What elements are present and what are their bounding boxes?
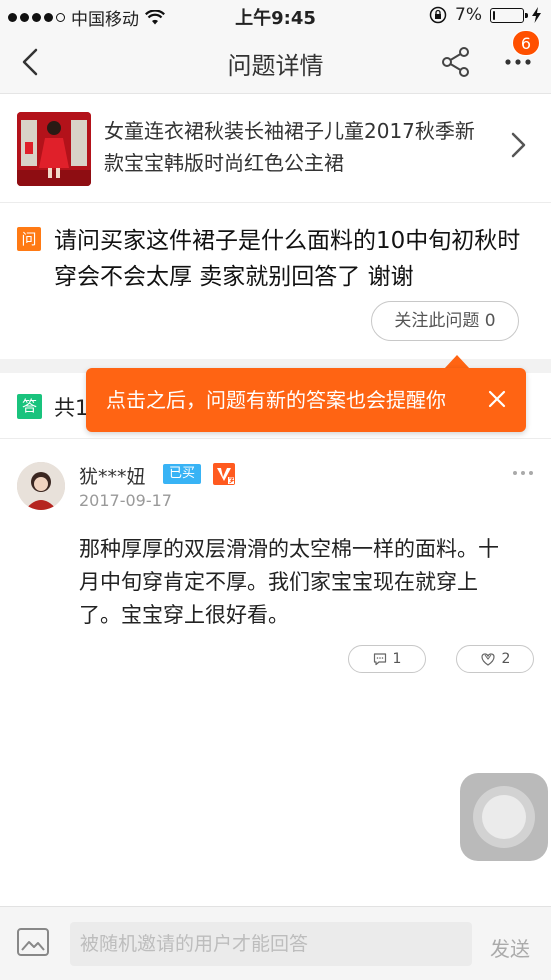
status-right: 7% xyxy=(429,5,541,25)
answer-tag: 答 xyxy=(17,394,42,419)
tooltip-text: 点击之后，问题有新的答案也会提醒你 xyxy=(106,388,446,412)
answer-more-icon[interactable] xyxy=(510,466,536,480)
bought-badge: 已买 xyxy=(163,464,201,484)
follow-tooltip: 点击之后，问题有新的答案也会提醒你 xyxy=(86,368,526,432)
like-icon xyxy=(480,653,495,666)
status-bar: 中国移动 上午9:45 7% xyxy=(0,0,551,30)
battery-icon xyxy=(490,7,528,23)
answer-count: 共1 xyxy=(54,396,89,420)
notification-badge: 6 xyxy=(512,30,540,56)
comment-button[interactable]: 1 xyxy=(348,645,426,673)
comment-icon xyxy=(373,653,386,666)
battery-percent: 7% xyxy=(455,5,482,25)
tooltip-pointer xyxy=(444,355,470,369)
product-thumbnail xyxy=(17,112,91,186)
nav-bar: 问题详情 xyxy=(0,30,551,94)
assistive-touch-button[interactable] xyxy=(460,773,548,861)
product-card[interactable]: 女童连衣裙秋装长袖裙子儿童2017秋季新款宝宝韩版时尚红色公主裙 xyxy=(0,95,551,203)
send-button[interactable]: 发送 xyxy=(490,933,530,962)
image-icon[interactable] xyxy=(16,927,50,957)
like-button[interactable]: 2 xyxy=(456,645,534,673)
chevron-right-icon xyxy=(511,132,526,158)
answer-user-name: 犹***妞 xyxy=(79,466,146,488)
answer-date: 2017-09-17 xyxy=(79,491,172,510)
avatar[interactable] xyxy=(17,462,65,510)
question-text: 请问买家这件裙子是什么面料的10中旬初秋时穿会不会太厚 卖家就别回答了 谢谢 xyxy=(54,228,521,290)
comment-count: 1 xyxy=(392,651,402,667)
product-title: 女童连衣裙秋装长袖裙子儿童2017秋季新款宝宝韩版时尚红色公主裙 xyxy=(104,119,475,175)
vip-level-icon xyxy=(213,463,235,485)
answer-input[interactable] xyxy=(70,922,472,966)
like-count: 2 xyxy=(501,651,511,667)
follow-question-button[interactable]: 关注此问题 0 xyxy=(371,301,519,341)
orientation-lock-icon xyxy=(429,6,447,24)
share-icon[interactable] xyxy=(438,44,474,80)
close-icon[interactable] xyxy=(486,388,508,410)
charging-icon xyxy=(532,7,541,23)
bottom-input-bar: 发送 xyxy=(0,906,551,980)
answer-text: 那种厚厚的双层滑滑的太空棉一样的面料。十月中旬穿肯定不厚。我们家宝宝现在就穿上了… xyxy=(79,537,499,627)
question-tag: 问 xyxy=(17,227,41,251)
